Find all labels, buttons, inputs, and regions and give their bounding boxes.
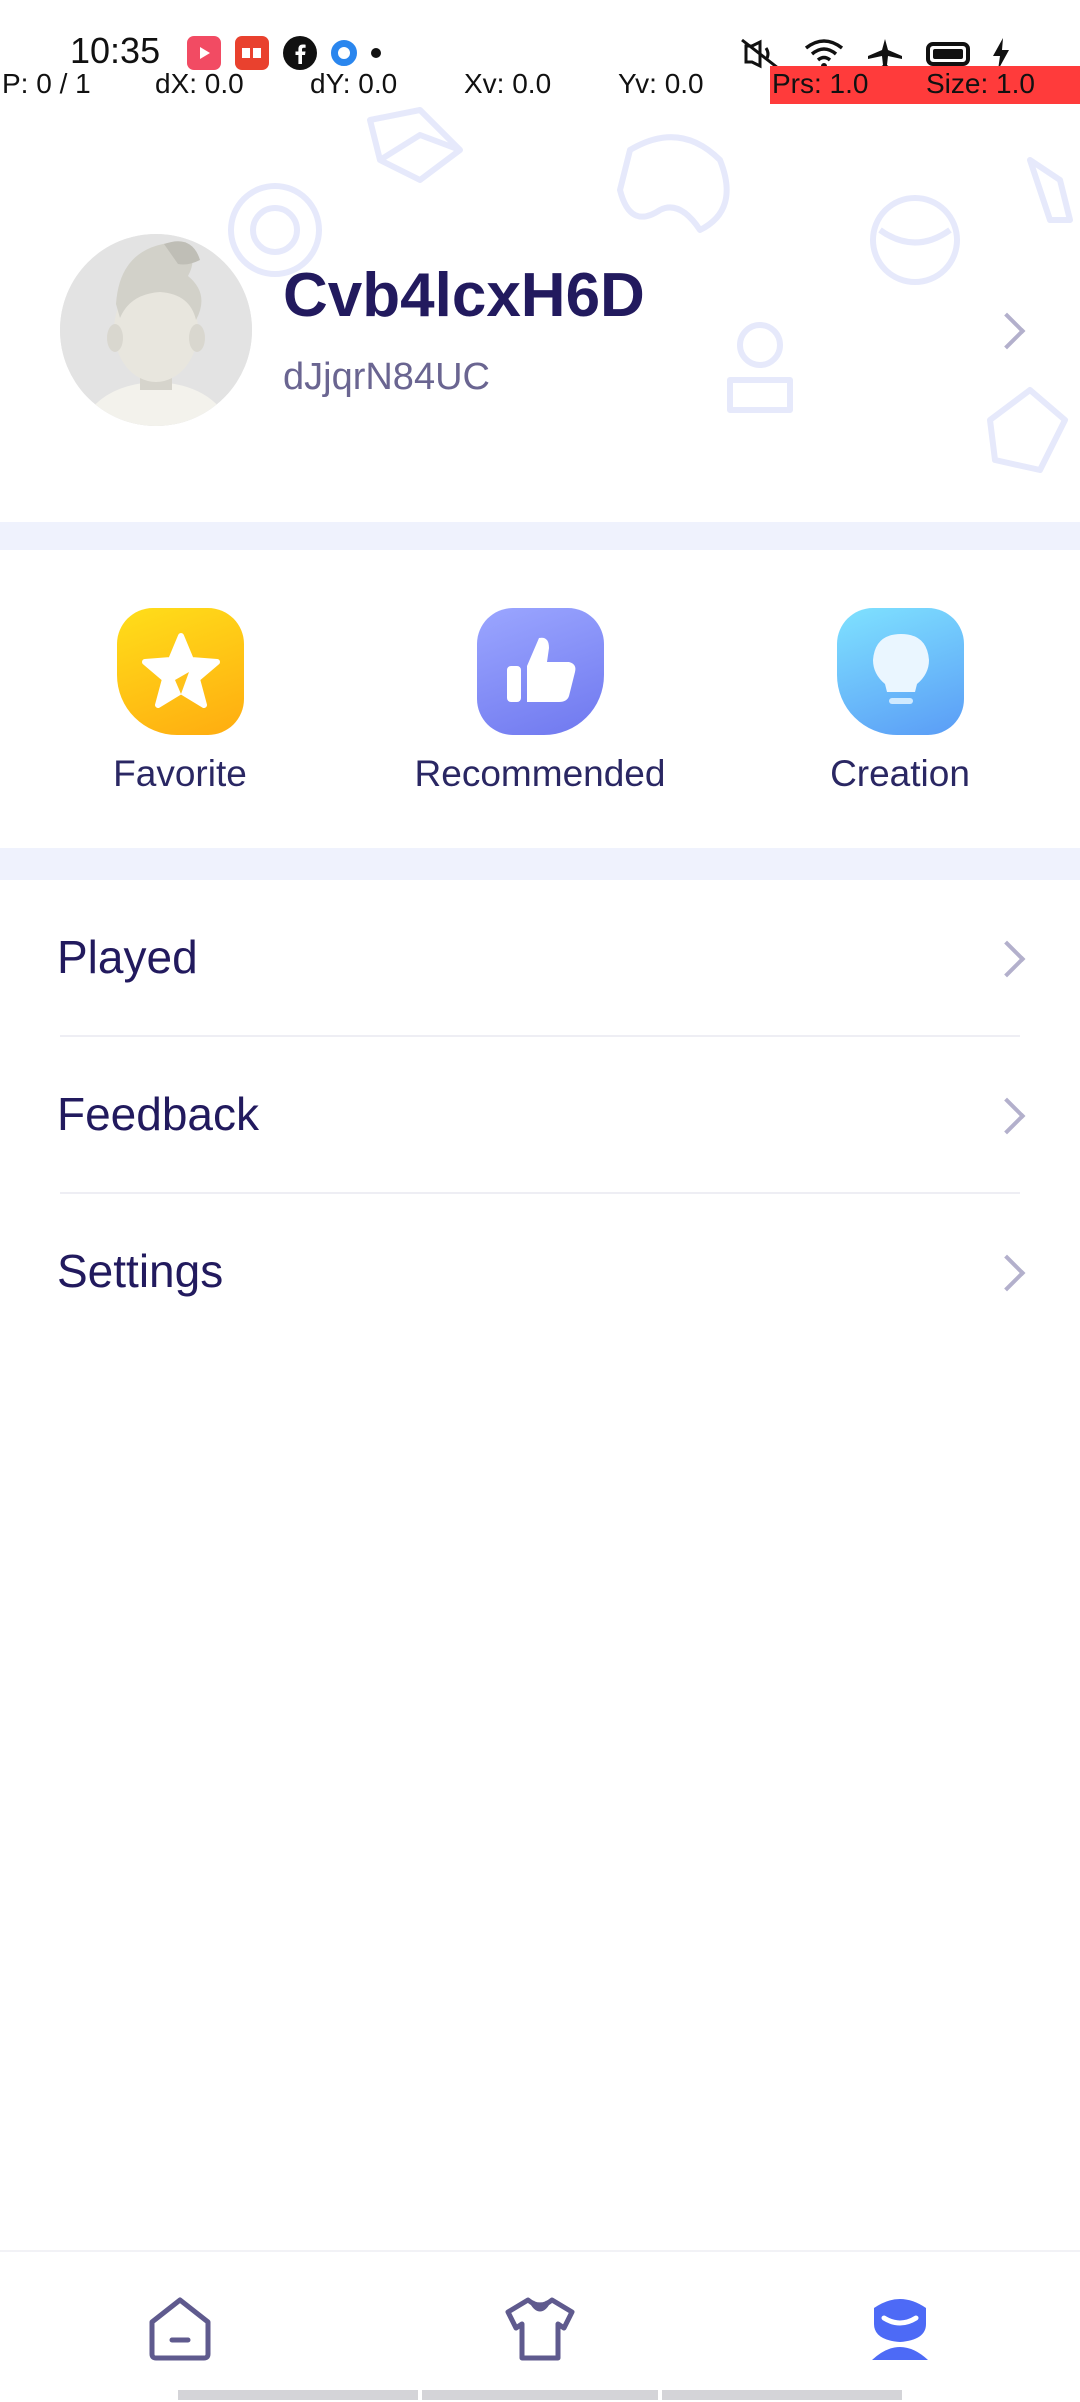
- profile-icon: [872, 2299, 928, 2360]
- quick-action-creation[interactable]: Creation: [750, 608, 1050, 795]
- menu-item-feedback[interactable]: Feedback: [0, 1037, 1080, 1194]
- pointer-debug-overlay: P: 0 / 1 dX: 0.0 dY: 0.0 Xv: 0.0 Yv: 0.0…: [0, 66, 1080, 106]
- avatar[interactable]: [60, 234, 252, 426]
- gesture-bar-segment: [178, 2390, 418, 2400]
- profile-username: Cvb4lcxH6D: [283, 261, 645, 330]
- menu-item-settings[interactable]: Settings: [0, 1194, 1080, 1351]
- video-app-icon: [187, 36, 221, 70]
- menu-item-label: Feedback: [57, 1088, 260, 1140]
- news-app-icon: [235, 36, 269, 70]
- profile-user-id: dJjqrN84UC: [283, 356, 490, 398]
- quick-actions: Favorite Recommended Creation: [0, 550, 1080, 848]
- section-separator: [0, 522, 1080, 550]
- quick-action-recommended[interactable]: Recommended: [390, 608, 690, 795]
- chevron-right-icon[interactable]: [988, 312, 1026, 350]
- debug-prs: Prs: 1.0: [772, 68, 869, 99]
- home-icon: [149, 2297, 211, 2361]
- chevron-right-icon: [988, 1097, 1026, 1135]
- avatar-image: [60, 234, 252, 426]
- battery-icon: [926, 42, 970, 66]
- chevron-right-icon: [988, 940, 1026, 978]
- quick-action-label: Creation: [830, 753, 970, 794]
- menu-item-label: Played: [57, 931, 198, 983]
- more-dot-icon: [371, 48, 381, 58]
- bottom-navigation: [0, 2250, 1080, 2402]
- menu-item-played[interactable]: Played: [0, 880, 1080, 1037]
- debug-dy: dY: 0.0: [310, 68, 398, 99]
- gesture-bar-segment: [662, 2390, 902, 2400]
- gesture-bar-segment: [422, 2390, 658, 2400]
- facebook-icon: [283, 36, 317, 70]
- debug-size: Size: 1.0: [926, 68, 1035, 99]
- menu-list: Played Feedback Settings: [0, 880, 1080, 1351]
- nav-home[interactable]: [140, 2288, 220, 2368]
- thumbs-up-icon: [476, 608, 604, 735]
- blue-dot-app-icon: [331, 40, 357, 66]
- quick-action-label: Recommended: [414, 753, 666, 794]
- debug-yv: Yv: 0.0: [618, 68, 704, 99]
- menu-item-label: Settings: [57, 1245, 224, 1297]
- lightbulb-icon: [836, 608, 964, 735]
- shirt-icon: [505, 2297, 575, 2361]
- debug-dx: dX: 0.0: [155, 68, 244, 99]
- quick-action-label: Favorite: [113, 753, 247, 794]
- star-icon: [116, 608, 244, 735]
- notification-icons: [187, 36, 381, 70]
- nav-profile[interactable]: [860, 2288, 940, 2368]
- debug-xv: Xv: 0.0: [464, 68, 552, 99]
- profile-header[interactable]: Cvb4lcxH6D dJjqrN84UC: [0, 200, 1080, 460]
- nav-outfit[interactable]: [500, 2288, 580, 2368]
- quick-action-favorite[interactable]: Favorite: [30, 608, 330, 795]
- section-separator: [0, 848, 1080, 880]
- debug-pointer: P: 0 / 1: [2, 68, 91, 99]
- chevron-right-icon: [988, 1254, 1026, 1292]
